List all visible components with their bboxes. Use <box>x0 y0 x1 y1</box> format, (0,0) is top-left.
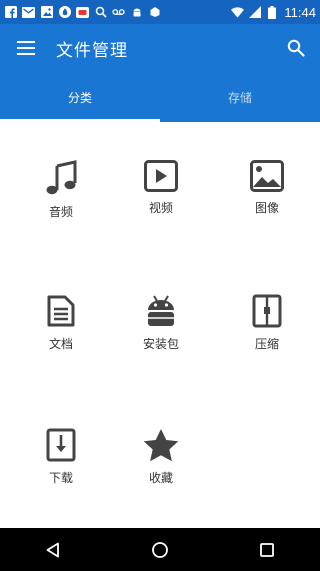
android-icon <box>130 6 143 19</box>
video-play-icon <box>141 160 181 192</box>
category-label: 文档 <box>48 337 73 351</box>
battery-icon <box>265 5 278 19</box>
zip-archive-icon <box>247 294 287 328</box>
home-circle-icon[interactable] <box>140 530 180 570</box>
page-title: 文件管理 <box>56 40 128 61</box>
app-bar: 文件管理 <box>0 24 320 72</box>
voicemail-icon <box>112 6 125 19</box>
category-video[interactable]: 视频 <box>108 122 214 215</box>
system-icons: 11:44 <box>231 5 316 20</box>
drop-icon <box>58 6 71 19</box>
clock: 11:44 <box>284 4 316 20</box>
photos-icon <box>40 6 53 19</box>
wifi-icon <box>231 6 245 19</box>
notification-icon <box>148 6 161 19</box>
image-icon <box>247 160 287 192</box>
category-download[interactable]: 下载 <box>8 390 114 485</box>
facebook-icon <box>4 6 17 19</box>
tab-bar: 分类 存储 <box>0 72 320 122</box>
category-grid: 音频 视频 图像 文档 安装包 压缩 下载 收藏 <box>0 122 320 528</box>
category-zip[interactable]: 压缩 <box>214 256 320 351</box>
music-note-icon <box>41 160 81 196</box>
category-apk[interactable]: 安装包 <box>108 256 214 351</box>
badge-icon <box>76 6 89 19</box>
status-bar: 11:44 <box>0 0 320 24</box>
menu-icon[interactable] <box>14 36 38 60</box>
gmail-icon <box>22 6 35 19</box>
category-label: 图像 <box>254 201 279 215</box>
category-label: 下载 <box>48 471 73 485</box>
category-favorites[interactable]: 收藏 <box>108 390 214 485</box>
notification-icons <box>4 6 161 19</box>
tab-category[interactable]: 分类 <box>0 72 160 122</box>
category-document[interactable]: 文档 <box>8 256 114 351</box>
system-nav-bar <box>0 528 320 571</box>
star-icon <box>141 428 181 462</box>
document-icon <box>41 294 81 328</box>
category-label: 收藏 <box>148 471 173 485</box>
tab-storage[interactable]: 存储 <box>160 72 320 122</box>
back-triangle-icon[interactable] <box>33 530 73 570</box>
download-icon <box>41 428 81 462</box>
signal-icon <box>248 6 261 19</box>
search-icon <box>94 6 107 19</box>
category-image[interactable]: 图像 <box>214 122 320 215</box>
category-label: 压缩 <box>254 337 279 351</box>
tab-label: 存储 <box>227 90 252 105</box>
category-audio[interactable]: 音频 <box>8 122 114 219</box>
tab-label: 分类 <box>67 90 92 105</box>
category-label: 安装包 <box>142 337 179 351</box>
recents-square-icon[interactable] <box>247 530 287 570</box>
search-icon[interactable] <box>284 36 308 60</box>
android-robot-icon <box>141 294 181 328</box>
category-label: 音频 <box>48 205 73 219</box>
category-label: 视频 <box>148 201 173 215</box>
